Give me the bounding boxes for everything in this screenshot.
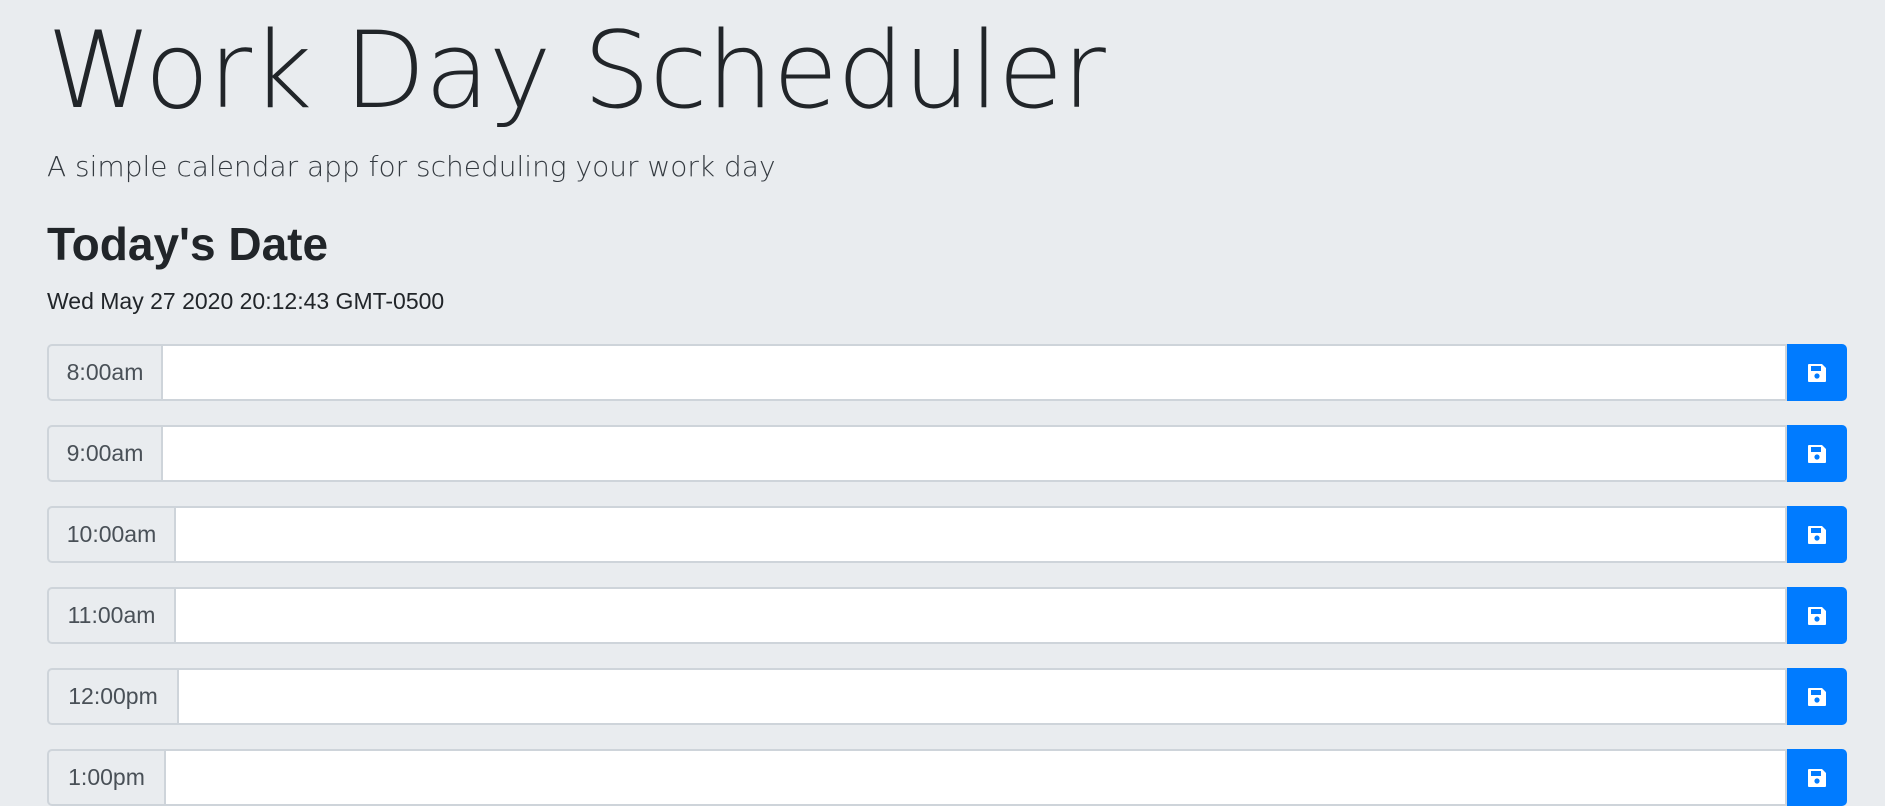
time-block-row: 10:00am xyxy=(47,506,1847,563)
time-block-row: 8:00am xyxy=(47,344,1847,401)
save-icon xyxy=(1808,768,1826,787)
time-block-row: 1:00pm xyxy=(47,749,1847,806)
save-button[interactable] xyxy=(1787,425,1847,482)
time-block-row: 9:00am xyxy=(47,425,1847,482)
hour-label: 11:00am xyxy=(47,587,174,644)
task-input[interactable] xyxy=(161,425,1787,482)
save-button[interactable] xyxy=(1787,668,1847,725)
save-icon xyxy=(1808,606,1826,625)
save-icon xyxy=(1808,525,1826,544)
page-subtitle: A simple calendar app for scheduling you… xyxy=(47,150,776,183)
task-input[interactable] xyxy=(164,749,1787,806)
task-input[interactable] xyxy=(161,344,1787,401)
save-button[interactable] xyxy=(1787,587,1847,644)
task-input[interactable] xyxy=(174,506,1787,563)
time-block-row: 11:00am xyxy=(47,587,1847,644)
page-title: Work Day Scheduler xyxy=(47,9,1106,132)
hour-label: 12:00pm xyxy=(47,668,177,725)
task-input[interactable] xyxy=(174,587,1787,644)
save-icon xyxy=(1808,444,1826,463)
hour-label: 9:00am xyxy=(47,425,161,482)
time-block-row: 12:00pm xyxy=(47,668,1847,725)
task-input[interactable] xyxy=(177,668,1787,725)
save-icon xyxy=(1808,363,1826,382)
todays-date-heading: Today's Date xyxy=(47,218,329,270)
save-button[interactable] xyxy=(1787,506,1847,563)
save-button[interactable] xyxy=(1787,749,1847,806)
hour-label: 8:00am xyxy=(47,344,161,401)
hour-label: 10:00am xyxy=(47,506,174,563)
save-icon xyxy=(1808,687,1826,706)
save-button[interactable] xyxy=(1787,344,1847,401)
current-date: Wed May 27 2020 20:12:43 GMT-0500 xyxy=(47,288,445,314)
hour-label: 1:00pm xyxy=(47,749,164,806)
